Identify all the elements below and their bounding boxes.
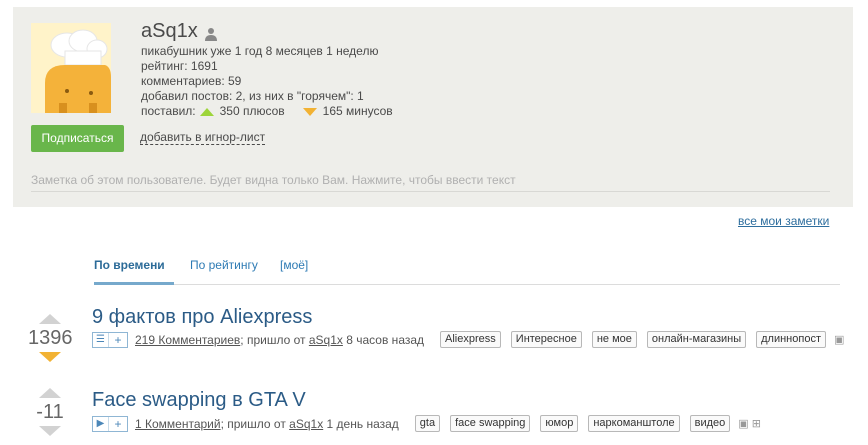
username: aSq1x bbox=[141, 20, 198, 42]
user-stats: пикабушник уже 1 год 8 месяцев 1 неделю … bbox=[141, 44, 393, 119]
downvote-icon[interactable] bbox=[39, 426, 61, 436]
tag[interactable]: gta bbox=[414, 415, 441, 432]
tag[interactable]: не мое bbox=[591, 331, 637, 348]
tabs-divider bbox=[94, 284, 840, 285]
comments-link[interactable]: 1 Комментарий bbox=[135, 417, 221, 431]
post-rating: 1396 bbox=[28, 327, 73, 349]
tag[interactable]: face swapping bbox=[450, 415, 531, 432]
rating-text: рейтинг: 1691 bbox=[141, 59, 218, 73]
tag[interactable]: онлайн-магазины bbox=[646, 331, 747, 348]
post-type-toggle[interactable]: ☰ + bbox=[92, 331, 128, 348]
expand-icon: + bbox=[108, 416, 127, 431]
tag[interactable]: наркоманштоле bbox=[588, 415, 680, 432]
post-title[interactable]: 9 фактов про Aliexpress bbox=[92, 306, 312, 329]
plus-count: 350 плюсов bbox=[219, 104, 285, 118]
post-time: 1 день назад bbox=[326, 416, 399, 431]
post-2-vote: -11 bbox=[28, 388, 72, 436]
user-icon bbox=[204, 27, 218, 41]
all-notes-link[interactable]: все мои заметки bbox=[738, 214, 829, 228]
upvote-icon[interactable] bbox=[39, 388, 61, 398]
post-title[interactable]: Face swapping в GTA V bbox=[92, 389, 306, 412]
list-icon: ☰ bbox=[96, 333, 105, 345]
expand-icon: + bbox=[108, 332, 127, 347]
minus-count: 165 минусов bbox=[322, 104, 393, 118]
author-link[interactable]: aSq1x bbox=[309, 333, 343, 347]
profile-card: aSq1x пикабушник уже 1 год 8 месяцев 1 н… bbox=[13, 7, 853, 207]
tag[interactable]: длиннопост bbox=[756, 331, 826, 348]
posts-count-text: добавил постов: 2, из них в "горячем": 1 bbox=[141, 89, 364, 103]
tab-by-time[interactable]: По времени bbox=[94, 258, 165, 272]
downvote-icon[interactable] bbox=[39, 352, 61, 362]
author-link[interactable]: aSq1x bbox=[289, 417, 323, 431]
add-to-ignore-link[interactable]: добавить в игнор-лист bbox=[140, 130, 266, 145]
votes-row: поставил: 350 плюсов 165 минусов bbox=[141, 104, 393, 119]
post-1-vote: 1396 bbox=[28, 314, 73, 362]
post-rating: -11 bbox=[36, 401, 64, 423]
post-meta: ☰ + 219 Комментариев ; пришло от aSq1x 8… bbox=[92, 331, 844, 348]
avatar bbox=[31, 23, 111, 113]
save-icon[interactable]: ▣ bbox=[738, 418, 748, 429]
play-icon: ▶ bbox=[96, 417, 105, 429]
active-tab-indicator bbox=[94, 282, 174, 285]
subscribe-button[interactable]: Подписаться bbox=[31, 125, 124, 152]
tag[interactable]: Интересное bbox=[510, 331, 582, 348]
add-icon[interactable]: ⊞ bbox=[751, 418, 761, 429]
tag[interactable]: юмор bbox=[540, 415, 579, 432]
post-meta: ▶ + 1 Комментарий ; пришло от aSq1x 1 де… bbox=[92, 415, 761, 432]
tab-by-rating[interactable]: По рейтингу bbox=[190, 258, 258, 272]
from-text: ; пришло от bbox=[240, 332, 306, 347]
user-note-field[interactable]: Заметка об этом пользователе. Будет видн… bbox=[31, 173, 830, 192]
tag[interactable]: Aliexpress bbox=[440, 331, 501, 348]
votes-label: поставил: bbox=[141, 104, 196, 118]
comments-link[interactable]: 219 Комментариев bbox=[135, 333, 240, 347]
minus-icon bbox=[302, 107, 317, 116]
tag[interactable]: видео bbox=[689, 415, 731, 432]
comments-count-text: комментариев: 59 bbox=[141, 74, 242, 88]
post-type-toggle[interactable]: ▶ + bbox=[92, 415, 128, 432]
upvote-icon[interactable] bbox=[39, 314, 61, 324]
post-time: 8 часов назад bbox=[346, 332, 425, 347]
plus-icon bbox=[199, 107, 214, 116]
save-icon[interactable]: ▣ bbox=[834, 334, 844, 345]
from-text: ; пришло от bbox=[220, 416, 286, 431]
membership-text: пикабушник уже 1 год 8 месяцев 1 неделю bbox=[141, 44, 379, 58]
tab-mine[interactable]: [моё] bbox=[280, 258, 308, 272]
